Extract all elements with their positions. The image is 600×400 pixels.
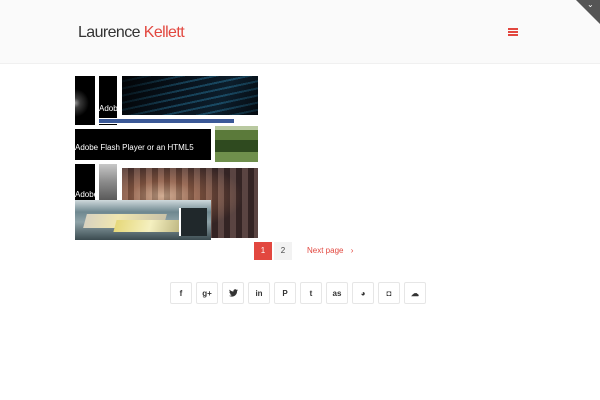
twitter-icon[interactable] <box>222 282 244 304</box>
tile-caption-flash: Adobe Flash Player or an HTML5 <box>75 143 194 152</box>
twitter-bird-glyph <box>228 289 238 297</box>
github-icon[interactable]: ◕ <box>352 282 374 304</box>
media-gallery: Adobe Adobe Flash Player or an HTML5 Ado… <box>74 74 260 242</box>
tile-caption-adobe: Adobe <box>99 104 117 113</box>
gallery-tile-dark-1[interactable] <box>75 76 95 125</box>
pinterest-icon[interactable]: P <box>274 282 296 304</box>
site-header: Laurence Kellett <box>0 0 600 64</box>
site-logo[interactable]: Laurence Kellett <box>78 24 185 42</box>
gallery-tile-race-cars[interactable] <box>75 200 211 240</box>
chevron-down-icon: ⌄ <box>587 0 594 9</box>
gallery-tile-grey[interactable] <box>99 164 117 200</box>
page-2-button[interactable]: 2 <box>274 242 292 260</box>
gallery-tile-blue-strip[interactable] <box>99 118 234 124</box>
gallery-tile-adobe-2[interactable]: Adobe <box>75 164 95 200</box>
tile-caption-adobe-bottom: Adobe <box>75 190 95 199</box>
logo-last-name: Kellett <box>143 24 185 41</box>
tumblr-icon[interactable]: t <box>300 282 322 304</box>
soundcloud-icon[interactable]: ☁ <box>404 282 426 304</box>
logo-first-name: Laurence <box>78 24 141 41</box>
hamburger-menu-icon[interactable] <box>508 28 518 36</box>
corner-toggle[interactable]: ⌄ <box>576 0 600 24</box>
next-page-label: Next page <box>307 246 344 255</box>
facebook-icon[interactable]: f <box>170 282 192 304</box>
gallery-tile-flash-player[interactable]: Adobe Flash Player or an HTML5 <box>75 129 211 160</box>
next-page-link[interactable]: Next page › <box>307 242 353 260</box>
instagram-icon[interactable]: ◘ <box>378 282 400 304</box>
lastfm-icon[interactable]: as <box>326 282 348 304</box>
chevron-right-icon: › <box>350 246 354 255</box>
linkedin-icon[interactable]: in <box>248 282 270 304</box>
page-1-button[interactable]: 1 <box>254 242 272 260</box>
gallery-tile-green-photo[interactable] <box>215 126 258 162</box>
page: Laurence Kellett ⌄ Adobe Adobe Flash Pla… <box>0 0 600 400</box>
gallery-tile-keyboard[interactable] <box>122 76 258 121</box>
google-plus-icon[interactable]: g+ <box>196 282 218 304</box>
